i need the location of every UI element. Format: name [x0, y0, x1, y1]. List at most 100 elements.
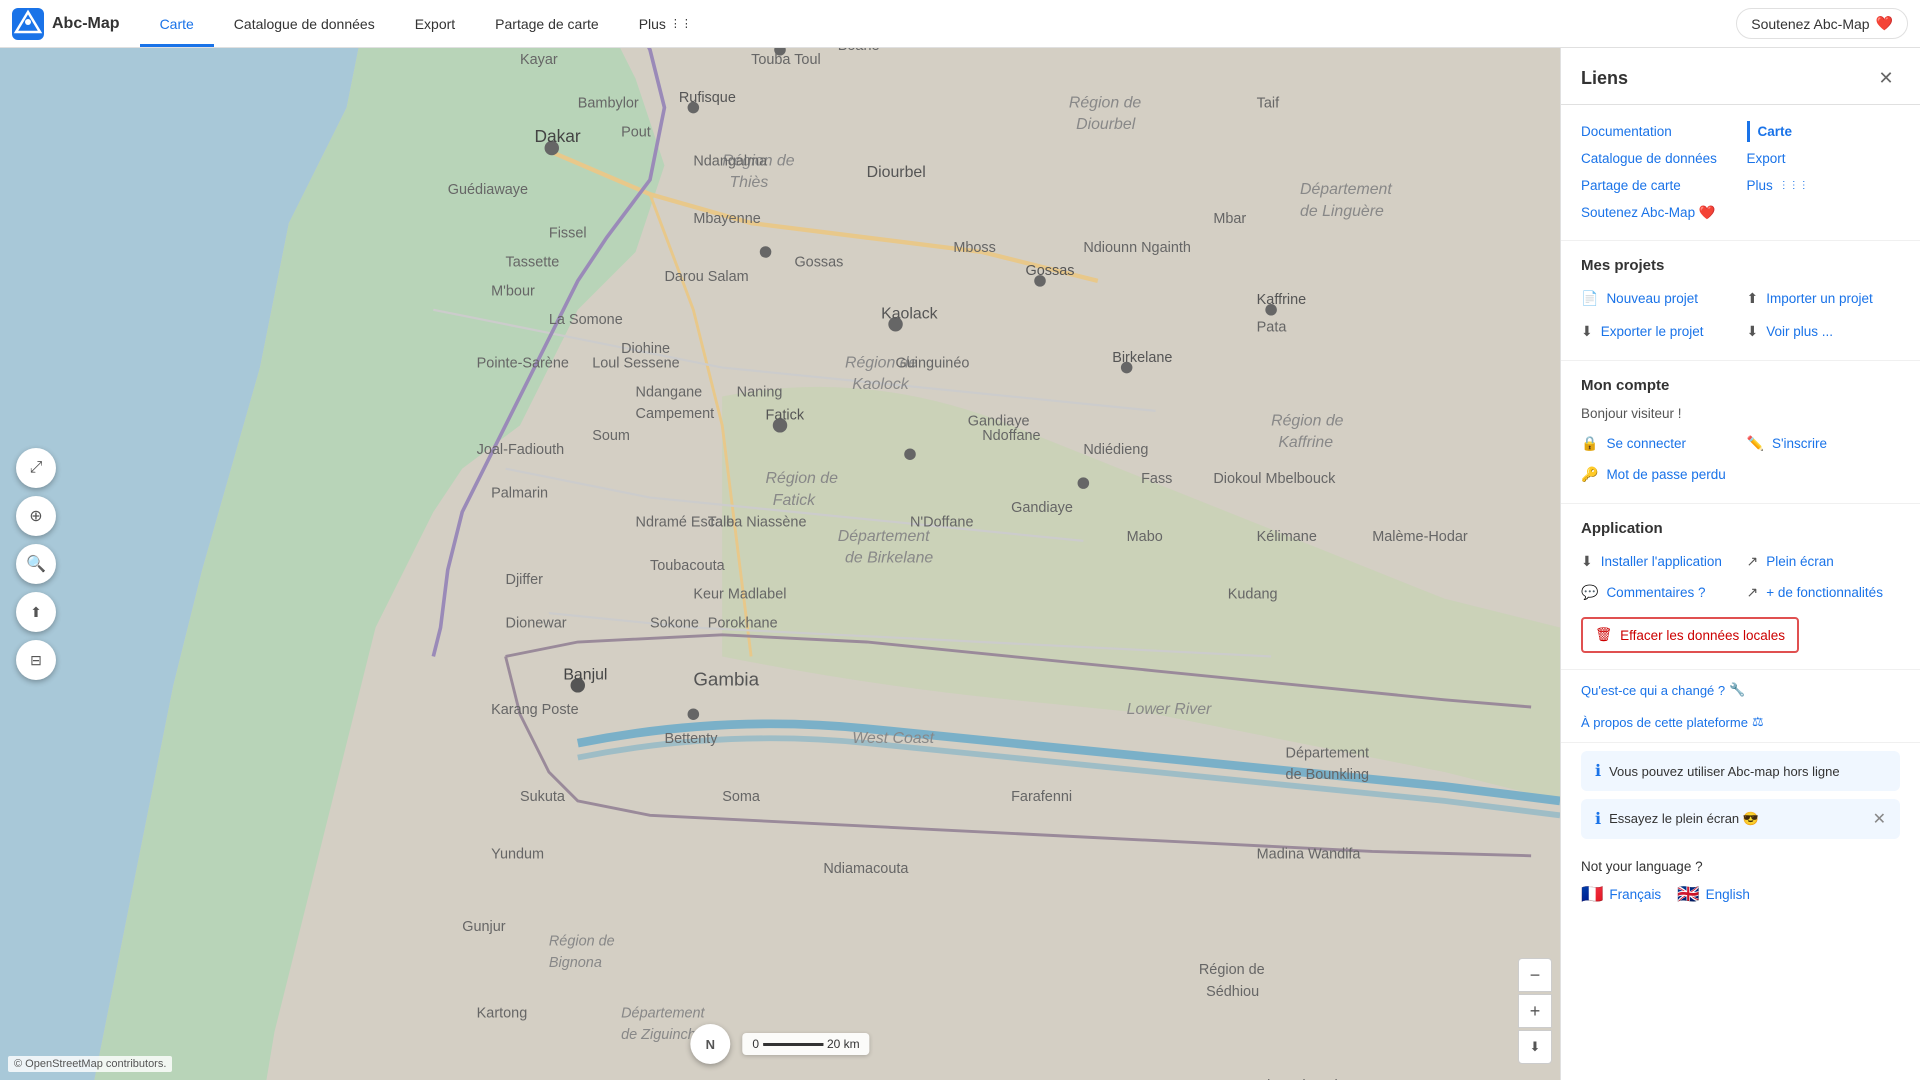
svg-text:Thiès: Thiès [729, 174, 768, 191]
svg-text:Ndoffane: Ndoffane [982, 428, 1040, 444]
nav-link-documentation[interactable]: Documentation [1581, 121, 1735, 142]
more-features-button[interactable]: ↗ + de fonctionnalités [1747, 580, 1901, 605]
about-platform-link[interactable]: À propos de cette plateforme ⚖ [1581, 714, 1764, 730]
panel-close-button[interactable]: ✕ [1872, 64, 1900, 92]
svg-text:Taif: Taif [1257, 96, 1280, 112]
upload-tool-button[interactable]: ⬆ [16, 592, 56, 632]
nav-link-export[interactable]: Export [1747, 148, 1901, 169]
delete-icon: 🗑 [1595, 627, 1612, 643]
fullscreen-icon: ↗ [1747, 553, 1759, 570]
nav-link-carte[interactable]: Carte [1747, 121, 1901, 142]
install-app-button[interactable]: ⬇ Installer l'application [1581, 549, 1735, 574]
panel-navigation-section: Documentation Carte Catalogue de données… [1561, 105, 1920, 241]
location-tool-button[interactable]: ⊕ [16, 496, 56, 536]
tab-catalogue[interactable]: Catalogue de données [214, 0, 395, 47]
login-icon: 🔒 [1581, 435, 1598, 452]
svg-text:Soma: Soma [722, 789, 761, 805]
scale-start: 0 [752, 1037, 759, 1051]
language-title: Not your language ? [1581, 859, 1900, 874]
svg-text:Boahé: Boahé [838, 48, 880, 54]
svg-text:Kayar: Kayar [520, 52, 558, 68]
plus-grid-nav-icon: ⋮⋮⋮ [1779, 180, 1809, 191]
nav-link-soutien[interactable]: Soutenez Abc-Map ❤️ [1581, 202, 1735, 224]
svg-text:Soum: Soum [592, 428, 630, 444]
svg-text:Fissel: Fissel [549, 226, 587, 242]
fullscreen-info-box: ℹ Essayez le plein écran 😎 ✕ [1581, 799, 1900, 839]
scale-bar: 0 20 km [742, 1033, 869, 1055]
search-tool-button[interactable]: 🔍 [16, 544, 56, 584]
svg-text:Kudang: Kudang [1228, 587, 1278, 603]
new-project-button[interactable]: 📄 Nouveau projet [1581, 286, 1735, 311]
svg-text:Madina Wandifa: Madina Wandifa [1257, 847, 1362, 863]
svg-text:Bambylor: Bambylor [578, 96, 639, 112]
svg-text:Ndiounn Ngainth: Ndiounn Ngainth [1083, 240, 1191, 256]
svg-text:West Coast: West Coast [852, 730, 934, 747]
see-more-projects-button[interactable]: ⬇ Voir plus ... [1747, 319, 1901, 344]
login-button[interactable]: 🔒 Se connecter [1581, 431, 1735, 456]
english-language-option[interactable]: 🇬🇧 English [1677, 884, 1750, 905]
svg-text:Région de: Région de [766, 470, 839, 487]
map-area[interactable]: Dakar Rufisque Thiès Touba Diourbel Kaol… [0, 48, 1560, 1080]
svg-text:Gandiaye: Gandiaye [1011, 500, 1073, 516]
app-title: Abc-Map [52, 15, 120, 33]
install-icon: ⬇ [1581, 553, 1593, 570]
panel-header: Liens ✕ [1561, 48, 1920, 105]
what-changed-link[interactable]: Qu'est-ce qui a changé ? 🔧 [1581, 682, 1745, 698]
zoom-download-icon: ⬇ [1530, 1039, 1541, 1055]
navbar: Abc-Map Carte Catalogue de données Expor… [0, 0, 1920, 48]
svg-text:Région de: Région de [1271, 412, 1344, 429]
zoom-out-button[interactable]: − [1518, 958, 1552, 992]
nav-link-catalogue[interactable]: Catalogue de données [1581, 148, 1735, 169]
new-project-icon: 📄 [1581, 290, 1598, 307]
panel-application-section: Application ⬇ Installer l'application ↗ … [1561, 504, 1920, 670]
svg-text:Kaolock: Kaolock [852, 376, 910, 393]
svg-text:Région de: Région de [1069, 95, 1142, 112]
svg-text:Gossas: Gossas [1026, 263, 1075, 279]
forgot-password-button[interactable]: 🔑 Mot de passe perdu [1581, 462, 1900, 487]
tab-plus[interactable]: Plus ⋮⋮ [619, 0, 712, 47]
svg-text:Mboss: Mboss [953, 240, 996, 256]
what-changed-icon: 🔧 [1729, 682, 1745, 698]
panel-account-section: Mon compte Bonjour visiteur ! 🔒 Se conne… [1561, 361, 1920, 504]
compass-button[interactable]: N [690, 1024, 730, 1064]
zoom-in-button[interactable]: + [1518, 994, 1552, 1028]
svg-text:Ndiamacouta: Ndiamacouta [823, 861, 909, 877]
fullscreen-tool-button[interactable]: ⤢ [16, 448, 56, 488]
svg-text:Birkelane: Birkelane [1112, 350, 1172, 366]
support-button[interactable]: Soutenez Abc-Map ❤️ [1736, 8, 1908, 39]
delete-local-data-button[interactable]: 🗑 Effacer les données locales [1581, 617, 1799, 653]
compass-north-icon: N [706, 1037, 715, 1052]
svg-text:Fatick: Fatick [766, 408, 805, 424]
svg-text:Djiffer: Djiffer [506, 572, 544, 588]
svg-text:Ndangalma: Ndangalma [693, 153, 768, 169]
fullscreen-tool-icon: ⤢ [30, 459, 43, 477]
svg-text:Mbayenne: Mbayenne [693, 211, 760, 227]
svg-text:Keur Madlabel: Keur Madlabel [693, 587, 786, 603]
projects-grid: 📄 Nouveau projet ⬆ Importer un projet ⬇ … [1581, 286, 1900, 344]
zoom-download-button[interactable]: ⬇ [1518, 1030, 1552, 1064]
feedback-button[interactable]: 💬 Commentaires ? [1581, 580, 1735, 605]
svg-text:Diohine: Diohine [621, 341, 670, 357]
zoom-controls: − + ⬇ [1518, 958, 1552, 1064]
register-button[interactable]: ✏️ S'inscrire [1747, 431, 1901, 456]
export-project-button[interactable]: ⬇ Exporter le projet [1581, 319, 1735, 344]
tab-export[interactable]: Export [395, 0, 475, 47]
nav-link-plus[interactable]: Plus ⋮⋮⋮ [1747, 175, 1901, 196]
dismiss-fullscreen-info-button[interactable]: ✕ [1873, 809, 1886, 829]
english-flag-icon: 🇬🇧 [1677, 884, 1699, 905]
nav-link-partage[interactable]: Partage de carte [1581, 175, 1735, 196]
french-language-option[interactable]: 🇫🇷 Français [1581, 884, 1661, 905]
offline-info-box: ℹ Vous pouvez utiliser Abc-map hors lign… [1581, 751, 1900, 791]
svg-text:Toubacouta: Toubacouta [650, 558, 726, 574]
svg-text:Malème-Hodar: Malème-Hodar [1372, 529, 1468, 545]
account-greeting: Bonjour visiteur ! [1581, 406, 1900, 421]
account-links-grid: 🔒 Se connecter ✏️ S'inscrire 🔑 Mot de pa… [1581, 431, 1900, 487]
tab-carte[interactable]: Carte [140, 0, 214, 47]
fullscreen-button[interactable]: ↗ Plein écran [1747, 549, 1901, 574]
layers-tool-button[interactable]: ⊟ [16, 640, 56, 680]
app-logo[interactable]: Abc-Map [12, 8, 120, 40]
svg-text:Porokhane: Porokhane [708, 616, 778, 632]
upload-tool-icon: ⬆ [30, 604, 42, 621]
tab-partage[interactable]: Partage de carte [475, 0, 619, 47]
import-project-button[interactable]: ⬆ Importer un projet [1747, 286, 1901, 311]
